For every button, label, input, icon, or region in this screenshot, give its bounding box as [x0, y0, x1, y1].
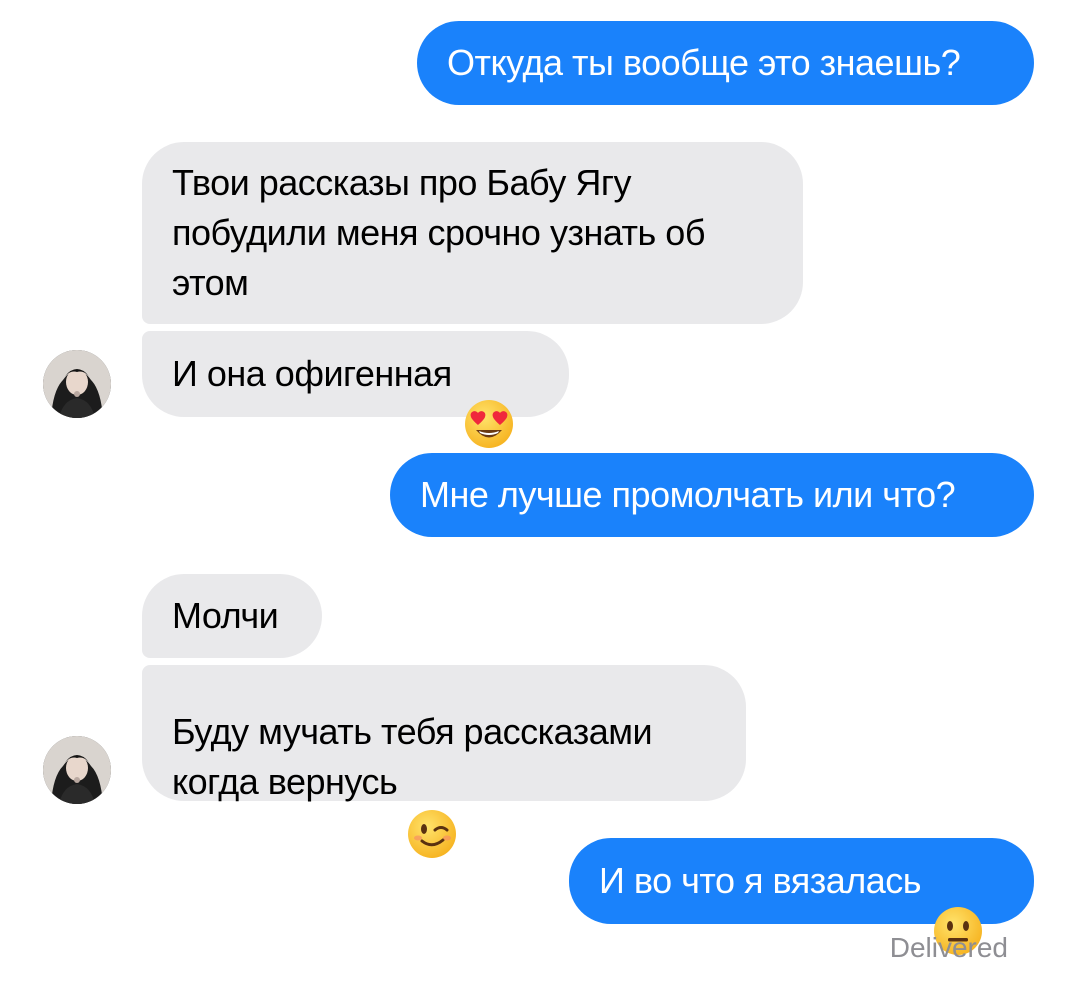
message-text: Твои рассказы про Бабу Ягу побудили меня…	[172, 162, 705, 303]
heart-eyes-emoji-icon	[464, 349, 514, 448]
message-text: Мне лучше промолчать или что?	[420, 474, 956, 515]
message-bubble-incoming[interactable]: И она офигенная	[142, 331, 569, 448]
avatar[interactable]	[43, 350, 111, 418]
message-text: Молчи	[172, 595, 279, 636]
message-bubble-outgoing[interactable]: Мне лучше промолчать или что?	[390, 453, 1034, 537]
message-text: Откуда ты вообще это знаешь?	[447, 42, 961, 83]
message-text: Буду мучать тебя рассказами когда вернус…	[172, 657, 653, 859]
delivery-status: Delivered	[889, 932, 1008, 963]
avatar[interactable]	[43, 736, 111, 804]
message-text: И во что я вязалась	[599, 860, 922, 901]
message-bubble-incoming[interactable]: Буду мучать тебя рассказами когда вернус…	[142, 665, 746, 859]
message-text: И она офигенная	[172, 353, 452, 394]
neutral-face-emoji-icon	[933, 856, 983, 955]
message-bubble-incoming[interactable]: Молчи	[142, 574, 322, 658]
message-bubble-incoming[interactable]: Твои рассказы про Бабу Ягу побудили меня…	[142, 142, 803, 324]
message-bubble-outgoing[interactable]: И во что я вязалась	[569, 838, 1034, 955]
message-bubble-outgoing[interactable]: Откуда ты вообще это знаешь?	[417, 21, 1034, 105]
winking-face-emoji-icon	[407, 759, 457, 859]
